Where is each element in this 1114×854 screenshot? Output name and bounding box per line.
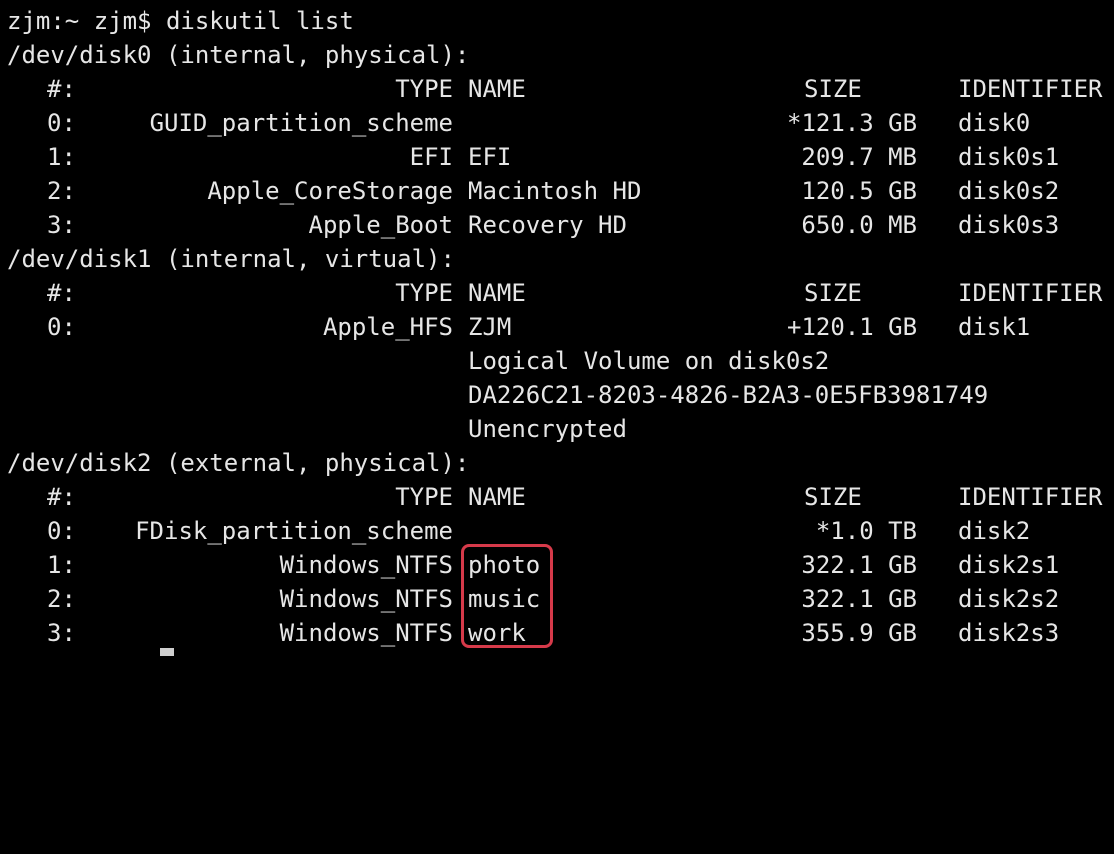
partition-identifier: disk2 [958, 517, 1031, 545]
partition-size: 120.5 GB [801, 177, 917, 205]
col-identifier-header: IDENTIFIER [958, 279, 1103, 307]
partition-num: 0: [47, 313, 76, 341]
col-identifier-header: IDENTIFIER [958, 483, 1103, 511]
col-name-header: NAME [468, 483, 526, 511]
disk-header: /dev/disk1 (internal, virtual): [7, 245, 455, 273]
col-size-header: SIZE [804, 483, 862, 511]
partition-row: 1: EFI EFI 209.7 MB disk0s1 [7, 140, 1114, 174]
terminal-window[interactable]: zjm:~ zjm$ diskutil list /dev/disk0 (int… [0, 0, 1114, 656]
col-type-header: TYPE [395, 75, 453, 103]
col-size-header: SIZE [804, 279, 862, 307]
partition-num: 2: [47, 177, 76, 205]
col-name-header: NAME [468, 75, 526, 103]
partition-num: 3: [47, 619, 76, 647]
column-header-row: #: TYPE NAME SIZE IDENTIFIER [7, 276, 1114, 310]
partition-identifier: disk1 [958, 313, 1031, 341]
volume-info-line: Logical Volume on disk0s2 [7, 344, 1114, 378]
col-size-header: SIZE [804, 75, 862, 103]
partition-type: Windows_NTFS [279, 551, 453, 579]
partition-name: EFI [468, 143, 512, 171]
command-prompt: zjm:~ zjm$ diskutil list [7, 7, 354, 35]
col-identifier-header: IDENTIFIER [958, 75, 1103, 103]
partition-row: 3: Apple_Boot Recovery HD 650.0 MB disk0… [7, 208, 1114, 242]
column-header-row: #: TYPE NAME SIZE IDENTIFIER [7, 480, 1114, 514]
partition-num: 0: [47, 517, 76, 545]
partition-size: 355.9 GB [801, 619, 917, 647]
column-header-row: #: TYPE NAME SIZE IDENTIFIER [7, 72, 1114, 106]
highlight-annotation-box [461, 544, 553, 648]
volume-encryption-text: Unencrypted [468, 415, 627, 443]
partition-identifier: disk0s3 [958, 211, 1060, 239]
partition-num: 2: [47, 585, 76, 613]
partition-type: Windows_NTFS [279, 585, 453, 613]
partition-row: 0: FDisk_partition_scheme *1.0 TB disk2 [7, 514, 1114, 548]
partition-size: *121.3 GB [787, 109, 918, 137]
partition-row: 0: Apple_HFS ZJM +120.1 GB disk1 [7, 310, 1114, 344]
col-type-header: TYPE [395, 483, 453, 511]
partition-num: 1: [47, 143, 76, 171]
disk-header: /dev/disk0 (internal, physical): [7, 41, 470, 69]
partition-name: Recovery HD [468, 211, 627, 239]
partition-identifier: disk0 [958, 109, 1031, 137]
col-num-header: #: [47, 279, 76, 307]
partition-identifier: disk2s1 [958, 551, 1060, 579]
col-type-header: TYPE [395, 279, 453, 307]
partition-num: 1: [47, 551, 76, 579]
volume-info-text: Logical Volume on disk0s2 [468, 347, 830, 375]
col-num-header: #: [47, 75, 76, 103]
partition-type: EFI [409, 143, 453, 171]
partition-identifier: disk0s2 [958, 177, 1060, 205]
terminal-cursor [160, 648, 174, 656]
partition-row: 0: GUID_partition_scheme *121.3 GB disk0 [7, 106, 1114, 140]
partition-num: 0: [47, 109, 76, 137]
partition-num: 3: [47, 211, 76, 239]
partition-size: *1.0 TB [815, 517, 917, 545]
col-name-header: NAME [468, 279, 526, 307]
partition-size: 209.7 MB [801, 143, 917, 171]
partition-type: Apple_Boot [308, 211, 454, 239]
volume-info-line: Unencrypted [7, 412, 1114, 446]
volume-info-line: DA226C21-8203-4826-B2A3-0E5FB3981749 [7, 378, 1114, 412]
partition-name: Macintosh HD [468, 177, 642, 205]
partition-size: 650.0 MB [801, 211, 917, 239]
disk-header: /dev/disk2 (external, physical): [7, 449, 470, 477]
partition-identifier: disk2s3 [958, 619, 1060, 647]
partition-type: Apple_HFS [322, 313, 453, 341]
partition-name: ZJM [468, 313, 512, 341]
partition-row: 2: Windows_NTFS music 322.1 GB disk2s2 [7, 582, 1114, 616]
partition-type: GUID_partition_scheme [149, 109, 453, 137]
partition-type: Windows_NTFS [279, 619, 453, 647]
partition-type: FDisk_partition_scheme [135, 517, 453, 545]
partition-identifier: disk0s1 [958, 143, 1060, 171]
partition-size: 322.1 GB [801, 551, 917, 579]
partition-identifier: disk2s2 [958, 585, 1060, 613]
partition-row: 3: Windows_NTFS work 355.9 GB disk2s3 [7, 616, 1114, 650]
partition-row: 2: Apple_CoreStorage Macintosh HD 120.5 … [7, 174, 1114, 208]
partition-size: 322.1 GB [801, 585, 917, 613]
col-num-header: #: [47, 483, 76, 511]
partition-row: 1: Windows_NTFS photo 322.1 GB disk2s1 [7, 548, 1114, 582]
volume-uuid-text: DA226C21-8203-4826-B2A3-0E5FB3981749 [468, 381, 989, 409]
partition-type: Apple_CoreStorage [207, 177, 453, 205]
partition-size: +120.1 GB [787, 313, 918, 341]
